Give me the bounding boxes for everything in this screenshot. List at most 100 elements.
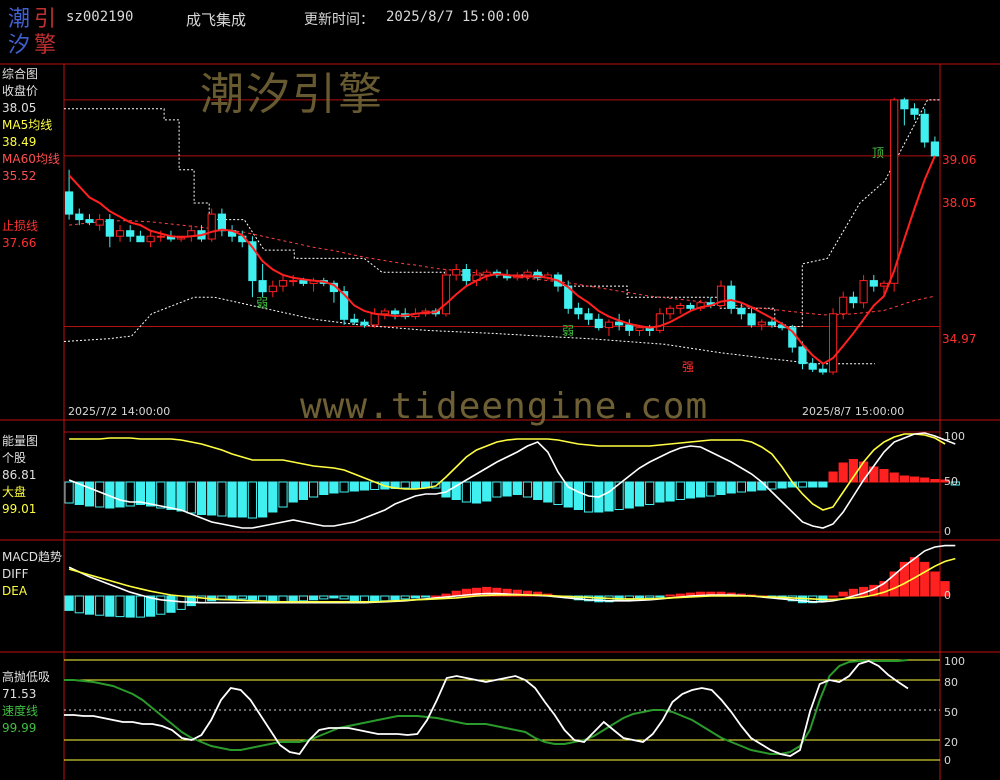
candle-body	[299, 280, 308, 284]
macd-bar	[95, 595, 105, 616]
candle-body	[523, 271, 532, 276]
candle-body	[65, 191, 74, 215]
candle-body	[207, 213, 216, 240]
candle-body	[625, 324, 634, 331]
energy-bar	[930, 479, 940, 483]
energy-bar	[665, 481, 675, 502]
energy-bar	[736, 481, 746, 493]
candle-body	[136, 235, 145, 243]
energy-bar	[319, 481, 329, 495]
energy-bar	[604, 481, 614, 512]
candle-body	[156, 235, 165, 238]
candle-body	[268, 285, 277, 293]
energy-bar	[797, 481, 808, 488]
candle-body	[879, 282, 889, 287]
osc-axis-label: 80	[944, 676, 958, 689]
candle-body	[105, 219, 114, 237]
energy-stock-label: 个股	[2, 451, 27, 465]
ma60-label: MA60均线	[2, 152, 60, 166]
candle-body	[910, 108, 919, 115]
energy-bar	[879, 469, 889, 483]
candle-body	[391, 310, 400, 315]
osc-value: 71.53	[2, 687, 37, 701]
energy-market-value: 99.01	[2, 502, 37, 516]
candle-body	[849, 296, 858, 304]
energy-bar	[838, 462, 848, 483]
energy-bar	[135, 481, 146, 505]
candle-body	[574, 307, 583, 315]
macd-bar	[329, 595, 339, 599]
candle-body	[217, 213, 227, 232]
ma5-value: 38.49	[2, 135, 37, 149]
close-label: 收盘价	[2, 84, 39, 98]
macd-bar	[665, 594, 675, 597]
ma5-label: MA5均线	[2, 118, 53, 132]
speed-line-value: 99.99	[2, 721, 37, 735]
candle-body	[258, 280, 267, 293]
price-axis-label: 39.06	[942, 153, 977, 167]
top-marker: 顶	[872, 146, 885, 160]
macd-bar	[309, 595, 319, 601]
macd-bar	[125, 595, 135, 618]
macd-bar	[920, 561, 930, 597]
close-value: 38.05	[2, 101, 37, 115]
macd-series-line	[68, 544, 956, 604]
macd-bar	[828, 595, 838, 598]
energy-bar	[115, 481, 125, 508]
macd-bar	[645, 595, 655, 599]
candle-body	[869, 280, 878, 287]
energy-axis-label: 100	[944, 430, 965, 443]
energy-bar	[675, 481, 685, 500]
candle-body	[818, 368, 827, 373]
speed-line-label: 速度线	[2, 704, 39, 718]
logo-char: 引	[34, 7, 57, 32]
logo-char: 潮	[8, 7, 31, 32]
energy-bar	[339, 481, 349, 493]
macd-bar	[135, 595, 146, 618]
ma5-line	[68, 155, 936, 365]
energy-bar	[217, 481, 227, 517]
energy-bar	[176, 481, 186, 512]
energy-bar	[920, 477, 930, 483]
macd-bar	[74, 595, 84, 614]
energy-bar	[655, 481, 665, 503]
energy-bar	[410, 481, 420, 489]
candle-body	[655, 313, 664, 331]
upper-band-line	[64, 99, 940, 327]
energy-stock-value: 86.81	[2, 468, 37, 482]
candle-body	[686, 305, 695, 309]
strong-marker: 强	[682, 360, 695, 374]
candle-body	[757, 321, 766, 326]
candle-body	[829, 313, 838, 373]
macd-bar	[298, 595, 308, 602]
candle-body	[747, 313, 756, 326]
candle-body	[126, 230, 135, 237]
candle-body	[767, 321, 776, 326]
macd-bar	[400, 595, 410, 600]
energy-bar	[186, 481, 196, 514]
candle-body	[289, 280, 298, 283]
energy-bar	[685, 481, 695, 499]
candle-body	[930, 141, 939, 157]
energy-panel-title: 能量图	[2, 434, 39, 448]
candle-body	[75, 213, 84, 221]
candle-body	[350, 318, 359, 323]
osc-panel-title: 高抛低吸	[2, 670, 51, 684]
macd-bar	[288, 595, 298, 603]
candle-body	[380, 310, 389, 315]
candle-body	[666, 307, 675, 315]
osc-axis-label: 50	[944, 706, 958, 719]
macd-bar	[655, 595, 665, 598]
energy-bar	[808, 481, 818, 488]
price-axis-label: 38.05	[942, 196, 977, 210]
energy-bar	[288, 481, 298, 503]
energy-bar	[512, 481, 522, 495]
energy-bar	[84, 481, 95, 507]
macd-bar	[410, 595, 420, 599]
energy-bar	[64, 481, 74, 504]
candle-body	[146, 235, 155, 243]
stock-name: 成飞集成	[186, 11, 247, 29]
energy-bar	[828, 471, 838, 483]
candle-body	[839, 296, 848, 315]
osc-axis-label: 0	[944, 754, 951, 767]
